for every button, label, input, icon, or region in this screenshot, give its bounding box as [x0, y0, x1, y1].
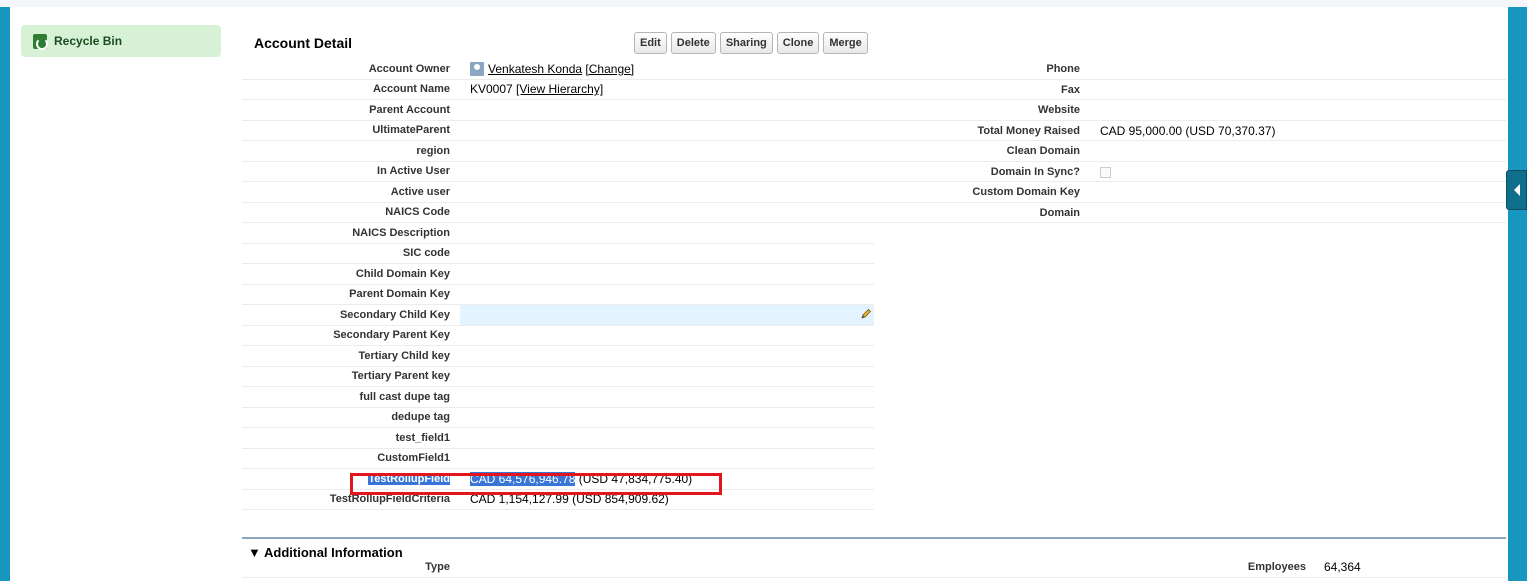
field-row: test_field1 — [242, 428, 874, 449]
field-value[interactable] — [1092, 165, 1506, 179]
field-label: SIC code — [402, 247, 450, 260]
field-label: full cast dupe tag — [359, 390, 450, 403]
edit-button[interactable]: Edit — [634, 32, 667, 54]
field-value[interactable] — [460, 304, 874, 325]
merge-button[interactable]: Merge — [823, 32, 868, 54]
field-value[interactable]: CAD 95,000.00 (USD 70,370.37) — [1092, 124, 1506, 138]
field-label: CustomField1 — [377, 452, 450, 465]
pencil-icon[interactable] — [860, 308, 872, 320]
field-row: Secondary Child Key — [242, 304, 874, 326]
recycle-bin-link[interactable]: Recycle Bin — [21, 25, 221, 57]
type-label: Type — [425, 560, 450, 573]
field-label: Total Money Raised — [977, 124, 1080, 137]
field-row: NAICS Description — [242, 223, 874, 244]
field-label: Secondary Parent Key — [333, 329, 450, 342]
field-label: Tertiary Parent key — [351, 370, 450, 383]
recycle-bin-icon — [33, 33, 48, 50]
page-title: Account Detail — [254, 35, 353, 51]
collapse-sidebar-tab[interactable] — [1506, 170, 1527, 210]
field-label: Domain — [1039, 206, 1080, 219]
detail-header: Account Detail Edit Delete Sharing Clone… — [242, 29, 1506, 61]
right-field-row: Domain — [242, 203, 1506, 223]
right-field-row: Custom Domain Key — [242, 182, 1506, 203]
top-edge — [0, 0, 1527, 7]
right-field-row: Fax — [242, 80, 1506, 100]
field-label: Website — [1038, 104, 1080, 117]
employees-value: 64,364 — [1324, 559, 1361, 574]
right-field-row: Website — [242, 100, 1506, 121]
right-field-row: Total Money Raised CAD 95,000.00 (USD 70,… — [242, 121, 1506, 141]
row-divider — [874, 222, 1506, 223]
field-row: Child Domain Key — [242, 264, 874, 285]
field-label: Phone — [1046, 63, 1080, 76]
employees-label: Employees — [1247, 560, 1306, 573]
additional-row: Type Employees 64,364 — [242, 557, 1506, 578]
field-label: TestRollupFieldCriteria — [329, 493, 450, 506]
field-row: CustomField1 — [242, 449, 874, 469]
field-row: dedupe tag — [242, 408, 874, 428]
right-field-row: Clean Domain — [242, 141, 1506, 162]
field-label: Custom Domain Key — [972, 186, 1080, 199]
field-label: Secondary Child Key — [339, 308, 450, 321]
field-row: SIC code — [242, 244, 874, 264]
button-bar: Edit Delete Sharing Clone Merge — [634, 32, 868, 54]
field-row: Tertiary Child key — [242, 346, 874, 367]
field-label: dedupe tag — [391, 411, 450, 424]
recycle-bin-label: Recycle Bin — [54, 34, 123, 48]
field-label: NAICS Description — [352, 226, 450, 239]
field-row: full cast dupe tag — [242, 387, 874, 408]
right-field-row: Phone — [242, 59, 1506, 80]
delete-button[interactable]: Delete — [670, 32, 716, 54]
field-label: Domain In Sync? — [990, 165, 1080, 178]
field-row: Parent Domain Key — [242, 285, 874, 305]
field-label: Fax — [1061, 83, 1080, 96]
right-field-row: Domain In Sync? — [242, 162, 1506, 182]
sharing-button[interactable]: Sharing — [719, 32, 773, 54]
page: Recycle Bin Account Detail Edit Delete S… — [10, 7, 1508, 581]
field-label: Child Domain Key — [355, 267, 450, 280]
field-label: Parent Domain Key — [349, 288, 450, 301]
field-label: Clean Domain — [1006, 145, 1080, 158]
domain-in-sync-checkbox — [1100, 166, 1111, 178]
field-row: Secondary Parent Key — [242, 326, 874, 346]
field-label: Tertiary Child key — [358, 349, 451, 362]
field-label: test_field1 — [395, 431, 450, 444]
clone-button[interactable]: Clone — [776, 32, 820, 54]
highlight-annotation — [350, 473, 722, 495]
account-detail: Account Detail Edit Delete Sharing Clone… — [242, 29, 1506, 578]
field-row: Tertiary Parent key — [242, 367, 874, 387]
